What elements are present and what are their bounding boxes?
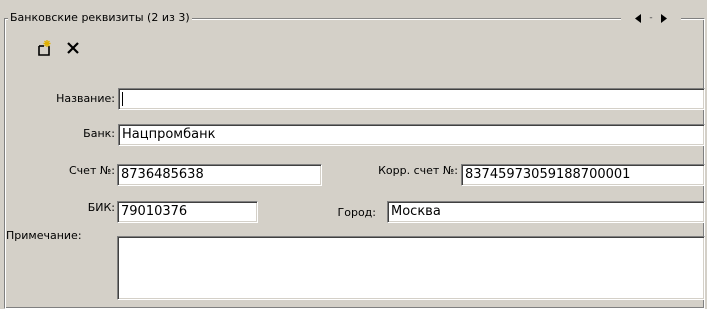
text-caret <box>122 91 123 106</box>
bik-value: 79010376 <box>121 204 188 219</box>
nav-separator: - <box>649 13 653 23</box>
bank-value: Нацпромбанк <box>122 127 216 142</box>
arrow-right-icon <box>660 13 667 23</box>
bank-label: Банк: <box>83 127 115 140</box>
account-label: Счет №: <box>69 164 115 177</box>
name-label: Название: <box>56 92 115 105</box>
bank-details-window: Банковские реквизиты (2 из 3) - Название… <box>0 0 707 309</box>
prev-record-button[interactable] <box>633 12 643 24</box>
bik-label: БИК: <box>87 201 115 214</box>
delete-record-button[interactable] <box>63 38 83 58</box>
name-field[interactable] <box>118 88 705 110</box>
city-field[interactable]: Москва <box>387 201 705 223</box>
bik-field[interactable]: 79010376 <box>117 201 258 223</box>
account-field[interactable]: 8736485638 <box>117 164 322 186</box>
add-record-button[interactable] <box>35 38 55 58</box>
record-navigator: - <box>621 11 681 25</box>
corr-account-label: Корр. счет №: <box>378 164 458 177</box>
city-label: Город: <box>337 206 376 219</box>
account-value: 8736485638 <box>121 167 204 182</box>
new-record-icon <box>38 40 51 56</box>
corr-account-value: 83745973059188700001 <box>465 167 631 182</box>
delete-x-icon <box>67 42 79 54</box>
groupbox-title: Банковские реквизиты (2 из 3) <box>8 11 192 25</box>
bank-details-panel: Банковские реквизиты (2 из 3) - Название… <box>0 0 707 309</box>
note-textarea[interactable] <box>117 236 705 300</box>
corr-account-field[interactable]: 83745973059188700001 <box>461 164 705 186</box>
city-value: Москва <box>391 204 441 219</box>
bank-field[interactable]: Нацпромбанк <box>118 124 705 146</box>
arrow-left-icon <box>635 13 642 23</box>
note-label: Примечание: <box>6 229 82 242</box>
next-record-button[interactable] <box>659 12 669 24</box>
